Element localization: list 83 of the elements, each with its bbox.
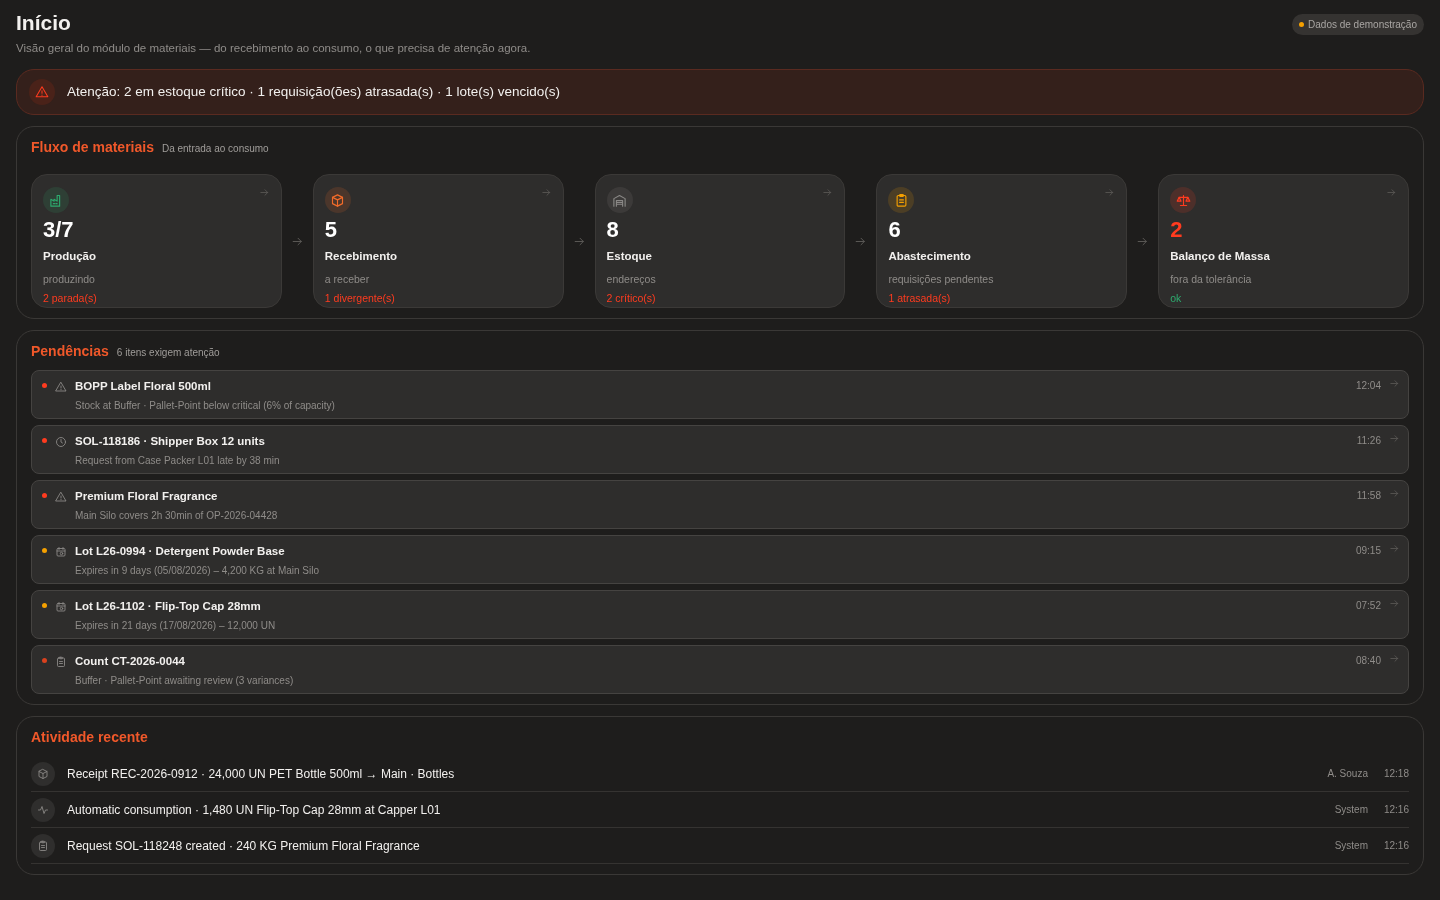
page-subtitle: Visão geral do módulo de materiais — do recebimento ao consumo, o que precisa de atenção agora.	[16, 41, 531, 56]
pending-item[interactable]: SOL-118186 · Shipper Box 12 units Request from Case Packer L01 late by 38 min 11:26	[31, 425, 1409, 475]
activity-user: System	[1334, 839, 1368, 854]
activity-user: System	[1334, 803, 1368, 818]
section-title: Pendências	[31, 342, 109, 362]
warning-icon	[55, 381, 67, 394]
arrow-icon	[822, 187, 834, 199]
arrow-icon	[1386, 187, 1397, 199]
section-title: Fluxo de materiais	[31, 138, 154, 158]
clipboard-icon	[31, 833, 55, 858]
step-status: ok	[1170, 291, 1183, 307]
activity-time: 12:16	[1383, 803, 1409, 818]
step-title: Produção	[43, 249, 98, 265]
item-time: 12:04	[1355, 379, 1381, 394]
item-title: Premium Floral Fragrance	[75, 489, 219, 505]
step-title: Balanço de Massa	[1170, 249, 1271, 265]
item-time: 09:15	[1355, 544, 1381, 559]
activity-time: 12:16	[1383, 839, 1409, 854]
activity-text: Request SOL-118248 created · 240 KG Premium Floral Fragrance	[67, 837, 421, 855]
arrow-icon	[1104, 187, 1116, 199]
step-value: 8	[606, 219, 620, 242]
step-value: 6	[888, 219, 902, 242]
activity-text: Receipt REC-2026-0912 · 24,000 UN PET Bottle 500ml → Main · Bottles	[67, 765, 456, 783]
arrow-icon	[1389, 598, 1400, 610]
pending-item[interactable]: Lot L26-0994 · Detergent Powder Base Expires in 9 days (05/08/2026) – 4,200 KG at Main Silo 09:15	[31, 535, 1409, 585]
section-subtitle: Da entrada ao consumo	[161, 142, 269, 157]
section-subtitle: 6 itens exigem atenção	[116, 346, 220, 361]
warning-icon	[29, 79, 55, 106]
clock-icon	[55, 436, 67, 449]
item-detail: Request from Case Packer L01 late by 38 min	[75, 453, 281, 468]
section-title: Atividade recente	[31, 729, 148, 746]
activity-time: 12:18	[1383, 767, 1409, 782]
clipboard-icon	[55, 656, 67, 669]
step-title: Estoque	[606, 249, 653, 265]
pending-item[interactable]: Count CT-2026-0044 Buffer · Pallet-Point awaiting review (3 variances) 08:40	[31, 645, 1409, 695]
step-title: Abastecimento	[888, 249, 972, 265]
item-detail: Main Silo covers 2h 30min of OP-2026-04428	[75, 508, 279, 523]
item-title: BOPP Label Floral 500ml	[75, 379, 212, 395]
item-time: 08:40	[1355, 654, 1381, 669]
step-caption: fora da tolerância	[1170, 271, 1253, 287]
step-status: 2 crítico(s)	[606, 291, 657, 307]
pending-item[interactable]: Premium Floral Fragrance Main Silo covers 2h 30min of OP-2026-04428 11:58	[31, 480, 1409, 530]
item-detail: Expires in 9 days (05/08/2026) – 4,200 KG at Main Silo	[75, 563, 321, 578]
calendar-icon	[55, 546, 67, 559]
step-caption: endereços	[606, 271, 657, 287]
item-detail: Stock at Buffer · Pallet-Point below critical (6% of capacity)	[75, 398, 336, 413]
step-title: Recebimento	[324, 249, 398, 265]
warning-icon	[55, 491, 67, 504]
item-detail: Expires in 21 days (17/08/2026) – 12,000 UN	[75, 618, 277, 633]
arrow-icon	[258, 187, 270, 199]
item-detail: Buffer · Pallet-Point awaiting review (3 variances)	[75, 673, 295, 688]
step-status: 2 parada(s)	[43, 291, 98, 307]
alert-text: Atenção: 2 em estoque crítico · 1 requisição(ões) atrasada(s) · 1 lote(s) vencido(s)	[67, 83, 560, 102]
pulse-icon	[31, 797, 55, 822]
step-value: 5	[324, 219, 339, 242]
arrow-icon	[1389, 653, 1400, 665]
item-title: SOL-118186 · Shipper Box 12 units	[75, 434, 266, 450]
item-title: Lot L26-0994 · Detergent Powder Base	[75, 544, 286, 560]
step-caption: produzindo	[43, 271, 96, 287]
calendar-icon	[55, 601, 67, 614]
item-title: Count CT-2026-0044	[75, 654, 186, 670]
arrow-icon	[1389, 433, 1400, 445]
activity-text: Automatic consumption · 1,480 UN Flip-Top Cap 28mm at Capper L01	[67, 801, 442, 819]
arrow-icon	[1389, 543, 1400, 555]
step-caption: a receber	[324, 271, 371, 287]
demo-badge: Dados de demonstração	[1292, 14, 1424, 35]
item-time: 07:52	[1355, 599, 1381, 614]
step-value: 3/7	[43, 219, 75, 242]
step-status: 1 divergente(s)	[324, 291, 396, 307]
pending-item[interactable]: BOPP Label Floral 500ml Stock at Buffer · Pallet-Point below critical (6% of capacity) 12:04	[31, 370, 1409, 420]
arrow-icon	[1389, 378, 1400, 390]
page-title: Início	[16, 10, 72, 36]
step-status: 1 atrasada(s)	[888, 291, 952, 307]
item-time: 11:58	[1356, 489, 1381, 504]
arrow-icon	[540, 187, 552, 199]
box-icon	[31, 761, 55, 786]
step-caption: requisições pendentes	[888, 271, 995, 287]
step-value: 2	[1170, 219, 1184, 242]
arrow-icon	[1389, 488, 1400, 500]
item-title: Lot L26-1102 · Flip-Top Cap 28mm	[75, 599, 262, 615]
activity-user: A. Souza	[1327, 767, 1368, 782]
item-time: 11:26	[1356, 434, 1381, 449]
pending-item[interactable]: Lot L26-1102 · Flip-Top Cap 28mm Expires in 21 days (17/08/2026) – 12,000 UN 07:52	[31, 590, 1409, 640]
